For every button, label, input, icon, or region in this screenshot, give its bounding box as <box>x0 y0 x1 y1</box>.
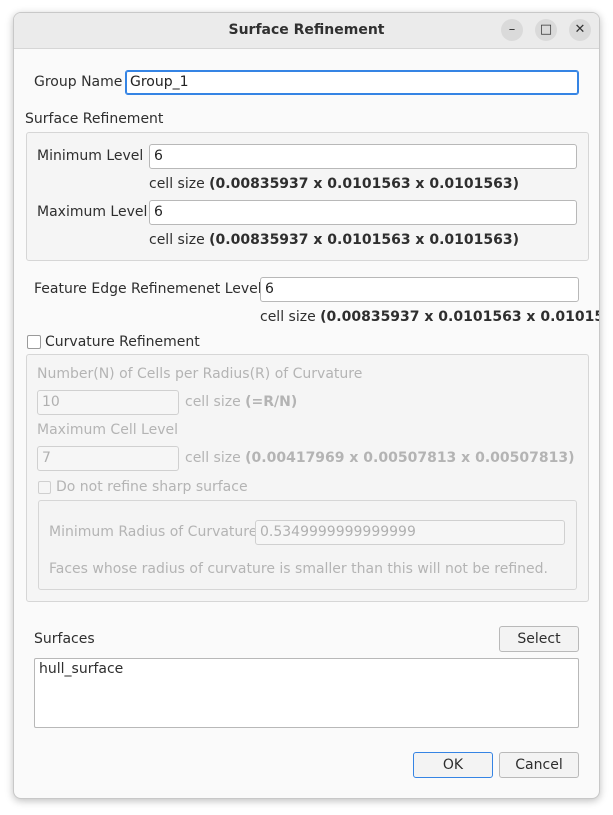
cells-per-radius-label: Number(N) of Cells per Radius(R) of Curv… <box>37 366 363 382</box>
max-cell-level-input[interactable]: 7 <box>37 446 179 471</box>
max-cell-level-label: Maximum Cell Level <box>37 422 179 438</box>
cells-cell-size-prefix: cell size <box>185 394 241 410</box>
min-level-label: Minimum Level <box>37 148 144 164</box>
surfaces-list[interactable]: hull_surface <box>34 658 579 728</box>
minimize-icon[interactable]: – <box>501 19 523 41</box>
group-name-input[interactable]: Group_1 <box>125 70 579 95</box>
max-cell-level-cell-size: cell size (0.00417969 x 0.00507813 x 0.0… <box>185 450 574 466</box>
feature-edge-cell-size: cell size (0.00835937 x 0.0101563 x 0.01… <box>260 309 600 325</box>
cells-per-radius-cell-size: cell size (=R/N) <box>185 394 297 410</box>
feature-edge-label: Feature Edge Refinemenet Level <box>34 281 262 297</box>
surface-refinement-dialog: Surface Refinement – □ ✕ Group Name Grou… <box>13 12 600 799</box>
group-name-label: Group Name <box>34 74 123 90</box>
no-refine-sharp-checkbox[interactable] <box>38 481 51 494</box>
cells-per-radius-input[interactable]: 10 <box>37 390 179 415</box>
surface-refinement-title: Surface Refinement <box>25 111 164 127</box>
select-button[interactable]: Select <box>499 626 579 652</box>
max-cell-level-size-prefix: cell size <box>185 450 241 466</box>
title-bar[interactable]: Surface Refinement – □ ✕ <box>14 13 599 49</box>
close-icon[interactable]: ✕ <box>569 19 591 41</box>
list-item[interactable]: hull_surface <box>39 661 574 677</box>
feature-cell-size-prefix: cell size <box>260 309 316 325</box>
max-level-input[interactable]: 6 <box>149 200 577 225</box>
faces-note: Faces whose radius of curvature is small… <box>49 561 548 577</box>
maximize-icon[interactable]: □ <box>535 19 557 41</box>
feature-edge-input[interactable]: 6 <box>260 277 579 302</box>
max-level-label: Maximum Level <box>37 204 148 220</box>
surfaces-label: Surfaces <box>34 631 95 647</box>
min-cell-size-prefix: cell size <box>149 176 205 192</box>
cancel-button[interactable]: Cancel <box>499 752 579 778</box>
min-level-input[interactable]: 6 <box>149 144 577 169</box>
max-cell-size-prefix: cell size <box>149 232 205 248</box>
no-refine-sharp-label[interactable]: Do not refine sharp surface <box>56 479 248 495</box>
max-cell-size-value: (0.00835937 x 0.0101563 x 0.0101563) <box>209 232 519 248</box>
cells-cell-size-value: (=R/N) <box>245 394 298 410</box>
min-cell-size-value: (0.00835937 x 0.0101563 x 0.0101563) <box>209 176 519 192</box>
min-level-cell-size: cell size (0.00835937 x 0.0101563 x 0.01… <box>149 176 519 192</box>
max-cell-level-size-value: (0.00417969 x 0.00507813 x 0.00507813) <box>245 450 575 466</box>
curvature-refinement-label[interactable]: Curvature Refinement <box>45 334 200 350</box>
min-radius-label: Minimum Radius of Curvature <box>49 524 258 540</box>
min-radius-input[interactable]: 0.5349999999999999 <box>255 520 565 545</box>
ok-button[interactable]: OK <box>413 752 493 778</box>
max-level-cell-size: cell size (0.00835937 x 0.0101563 x 0.01… <box>149 232 519 248</box>
curvature-refinement-checkbox[interactable] <box>27 335 41 349</box>
feature-cell-size-value: (0.00835937 x 0.0101563 x 0.0101563) <box>320 309 600 325</box>
